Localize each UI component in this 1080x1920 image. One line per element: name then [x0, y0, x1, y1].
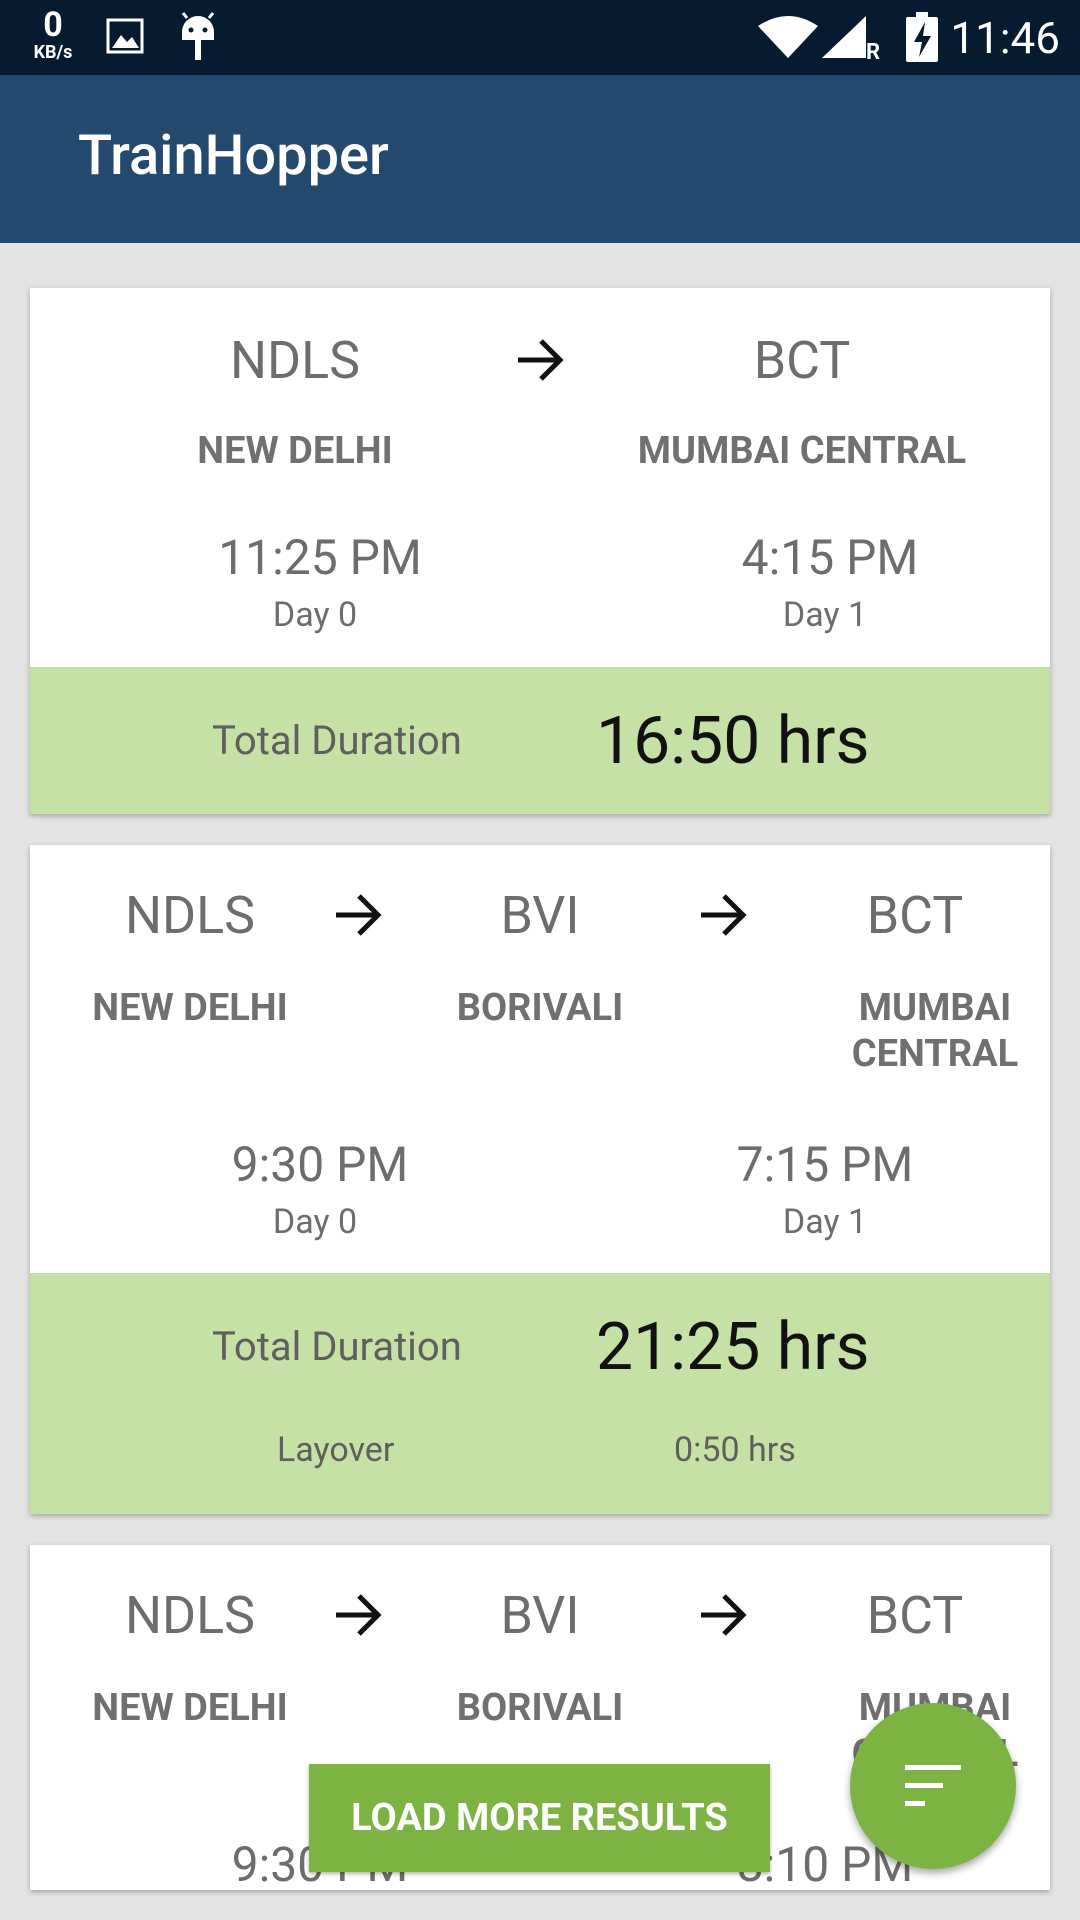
station-code-origin: NDLS — [124, 1585, 256, 1646]
load-more-button[interactable]: LOAD MORE RESULTS — [309, 1764, 770, 1872]
layover-value: 0:50 hrs — [674, 1430, 796, 1470]
departure-day: Day 0 — [272, 1202, 358, 1242]
image-icon — [106, 18, 144, 58]
departure-day: Day 0 — [272, 595, 358, 635]
station-name-origin: NEW DELHI — [197, 429, 393, 473]
network-speed-unit: KB/s — [33, 42, 73, 63]
layover-label: Layover — [277, 1430, 395, 1470]
wifi-icon — [758, 16, 818, 62]
departure-time: 11:25 PM — [218, 529, 422, 586]
station-name-transfer: BORIVALI — [456, 986, 624, 1030]
app-title: TrainHopper — [78, 122, 389, 188]
status-bar: 0 KB/s R 11:46 — [0, 0, 1080, 75]
station-name-origin: NEW DELHI — [92, 986, 288, 1030]
arrow-right-icon — [334, 893, 382, 941]
arrival-day: Day 1 — [782, 595, 868, 635]
station-code-destination: BCT — [753, 330, 851, 391]
app-bar: TrainHopper — [0, 75, 1080, 243]
station-code-transfer: BVI — [500, 885, 580, 946]
network-speed-value: 0 — [43, 5, 63, 45]
result-card[interactable]: NDLS BVI BCT NEW DELHI BORIVALI MUMBAI C… — [30, 845, 1050, 1514]
filter-fab-button[interactable] — [850, 1703, 1016, 1869]
station-code-transfer: BVI — [500, 1585, 580, 1646]
duration-summary: Total Duration 16:50 hrs — [30, 667, 1050, 814]
arrow-right-icon — [699, 1593, 747, 1641]
total-duration-label: Total Duration — [212, 1323, 462, 1370]
station-code-origin: NDLS — [124, 885, 256, 946]
result-card[interactable]: NDLS BCT NEW DELHI MUMBAI CENTRAL 11:25 … — [30, 288, 1050, 814]
arrow-right-icon — [334, 1593, 382, 1641]
arrival-time: 7:15 PM — [736, 1136, 914, 1193]
duration-summary: Total Duration 21:25 hrs Layover 0:50 hr… — [30, 1273, 1050, 1514]
roaming-indicator: R — [866, 40, 881, 65]
arrow-right-icon — [516, 338, 564, 386]
station-name-destination: MUMBAI CENTRAL — [851, 986, 1019, 1076]
station-code-destination: BCT — [866, 885, 964, 946]
battery-charging-icon — [906, 12, 938, 66]
android-icon — [178, 12, 218, 66]
departure-time: 9:30 PM — [231, 1136, 409, 1193]
total-duration-value: 21:25 hrs — [596, 1309, 870, 1386]
arrival-time: 4:15 PM — [741, 529, 919, 586]
station-name-transfer: BORIVALI — [456, 1686, 624, 1730]
arrow-right-icon — [699, 893, 747, 941]
station-name-origin: NEW DELHI — [92, 1686, 288, 1730]
total-duration-label: Total Duration — [212, 717, 462, 764]
total-duration-value: 16:50 hrs — [596, 703, 870, 780]
network-speed-indicator: 0 KB/s — [26, 8, 80, 62]
station-name-destination: MUMBAI CENTRAL — [637, 429, 967, 473]
station-code-destination: BCT — [866, 1585, 964, 1646]
status-time: 11:46 — [950, 12, 1060, 64]
arrival-day: Day 1 — [782, 1202, 868, 1242]
signal-icon — [822, 16, 866, 62]
station-code-origin: NDLS — [229, 330, 361, 391]
